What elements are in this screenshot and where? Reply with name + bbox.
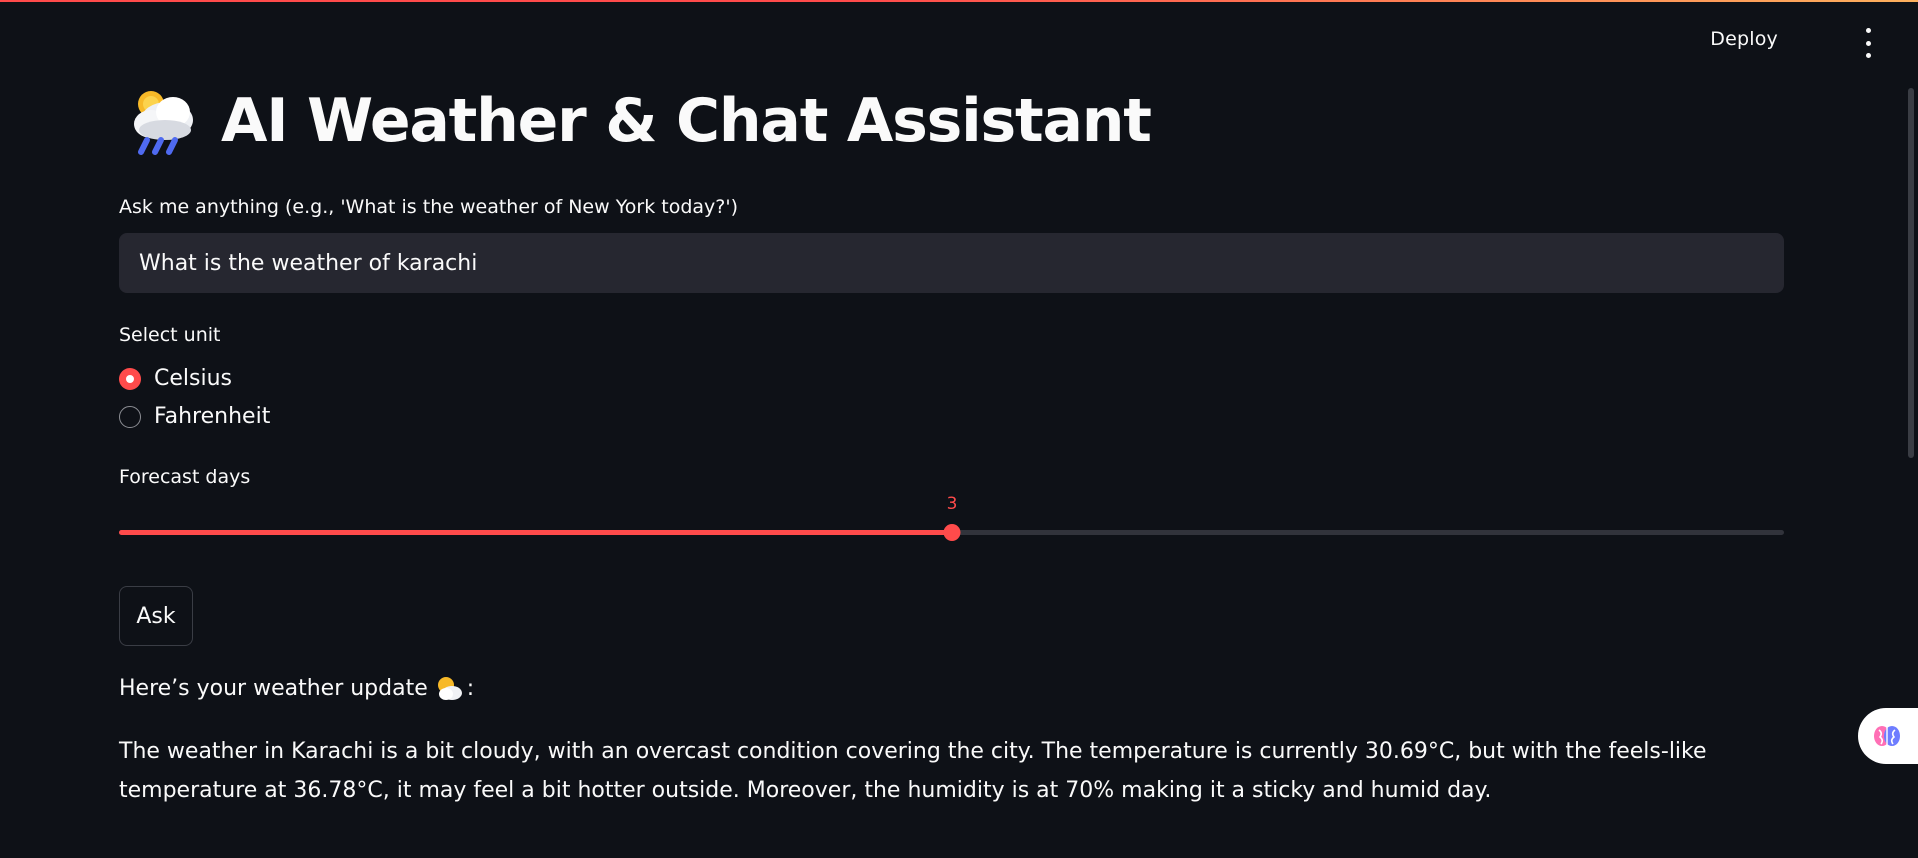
query-input[interactable]	[119, 233, 1784, 293]
slider-value: 3	[946, 494, 958, 514]
radio-label: Celsius	[154, 366, 232, 391]
menu-dot	[1865, 53, 1871, 58]
vertical-scrollbar[interactable]	[1908, 88, 1914, 458]
result-heading-colon: :	[466, 675, 475, 701]
slider-thumb[interactable]	[943, 524, 961, 541]
query-label: Ask me anything (e.g., 'What is the weat…	[119, 196, 739, 218]
radio-fahrenheit[interactable]: Fahrenheit	[119, 404, 270, 429]
result-heading: Here’s your weather update :	[119, 675, 474, 701]
cloud-rain-sun-icon	[127, 82, 199, 160]
radio-button-checked[interactable]	[119, 367, 141, 390]
slider-fill	[119, 530, 952, 535]
brain-icon[interactable]	[1858, 708, 1918, 764]
menu-dot	[1865, 28, 1871, 33]
title-row: AI Weather & Chat Assistant	[127, 82, 1152, 160]
sun-behind-cloud-icon	[435, 675, 463, 701]
page-title: AI Weather & Chat Assistant	[221, 86, 1152, 156]
radio-label: Fahrenheit	[154, 404, 271, 429]
deploy-button[interactable]: Deploy	[1710, 28, 1778, 50]
result-heading-text: Here’s your weather update	[119, 675, 428, 701]
forecast-label: Forecast days	[119, 466, 251, 488]
answer-text: The weather in Karachi is a bit cloudy, …	[119, 739, 1707, 803]
app-header: Deploy	[0, 0, 1918, 70]
kebab-menu-icon[interactable]	[1856, 28, 1880, 58]
unit-label: Select unit	[119, 324, 221, 346]
menu-dot	[1865, 40, 1871, 46]
ask-button[interactable]: Ask	[119, 586, 193, 646]
forecast-slider[interactable]	[119, 524, 1784, 541]
radio-button[interactable]	[119, 405, 141, 428]
radio-celsius[interactable]: Celsius	[119, 366, 232, 391]
